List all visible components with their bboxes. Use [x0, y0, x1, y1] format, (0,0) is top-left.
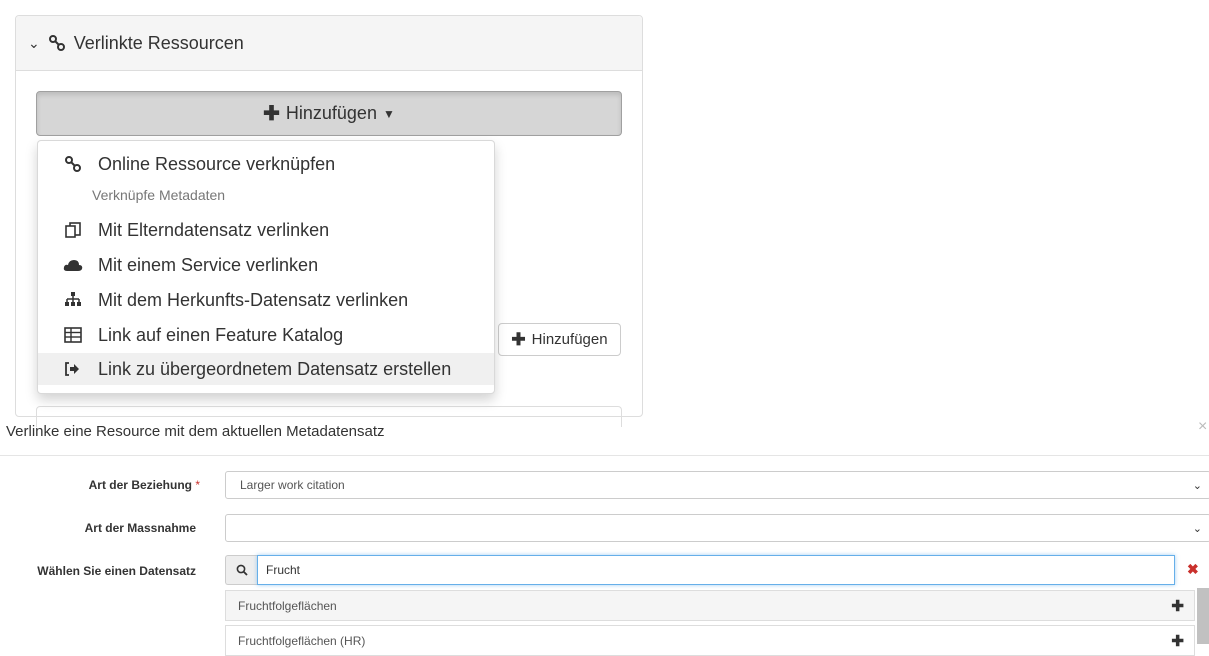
menu-item-service[interactable]: Mit einem Service verlinken: [38, 249, 494, 281]
measure-select[interactable]: ⌄: [225, 514, 1209, 542]
menu-item-label: Mit dem Herkunfts-Datensatz verlinken: [98, 289, 409, 310]
close-icon[interactable]: ×: [1198, 418, 1207, 436]
small-add-button[interactable]: ✚ Hinzufügen: [498, 323, 621, 356]
plus-icon: ✚: [263, 103, 280, 125]
add-dropdown-menu: Online Ressource verknüpfen Verknüpfe Me…: [37, 140, 495, 394]
scrollbar[interactable]: [1197, 588, 1209, 644]
chevron-down-icon: ⌄: [1192, 480, 1202, 492]
link-icon: [48, 34, 66, 52]
measure-label: Art der Massnahme: [84, 521, 196, 535]
chevron-down-icon: ⌄: [1192, 523, 1202, 535]
menu-item-parent-dataset[interactable]: Link zu übergeordnetem Datensatz erstell…: [38, 353, 494, 385]
plus-icon: ✚: [511, 329, 526, 349]
menu-item-source[interactable]: Mit dem Herkunfts-Datensatz verlinken: [38, 284, 494, 316]
plus-icon[interactable]: ✚: [1171, 597, 1184, 615]
panel-header[interactable]: ⌄ Verlinkte Ressourcen: [16, 16, 642, 71]
dataset-search: ✖: [225, 555, 1209, 585]
caret-down-icon: ▼: [382, 106, 395, 121]
menu-item-label: Mit Elterndatensatz verlinken: [98, 219, 330, 240]
small-add-label: Hinzufügen: [531, 331, 608, 348]
clear-icon[interactable]: ✖: [1187, 561, 1199, 578]
required-mark: *: [195, 478, 200, 492]
result-row[interactable]: Fruchtfolgeflächen ✚: [225, 590, 1195, 621]
copy-icon: [62, 221, 84, 239]
divider: [0, 455, 1209, 456]
sign-in-icon: [62, 361, 84, 377]
relation-label-text: Art der Beziehung: [88, 478, 192, 492]
result-label: Fruchtfolgeflächen (HR): [238, 633, 366, 648]
relation-select[interactable]: Larger work citation ⌄: [225, 471, 1209, 499]
search-input[interactable]: [257, 555, 1175, 585]
plus-icon[interactable]: ✚: [1171, 632, 1184, 650]
menu-item-label: Online Ressource verknüpfen: [98, 153, 336, 174]
cloud-icon: [62, 257, 84, 273]
table-icon: [62, 327, 84, 343]
dataset-label: Wählen Sie einen Datensatz: [37, 564, 196, 578]
chevron-down-icon: ⌄: [28, 34, 40, 51]
result-row[interactable]: Fruchtfolgeflächen (HR) ✚: [225, 625, 1195, 656]
relation-value: Larger work citation: [240, 478, 345, 492]
menu-item-label: Mit einem Service verlinken: [98, 254, 319, 275]
menu-item-feature-catalog[interactable]: Link auf einen Feature Katalog: [38, 319, 494, 351]
modal-title: Verlinke eine Resource mit dem aktuellen…: [6, 423, 385, 440]
sitemap-icon: [62, 292, 84, 308]
link-icon: [62, 155, 84, 173]
relation-label: Art der Beziehung *: [60, 478, 200, 492]
menu-item-label: Link zu übergeordnetem Datensatz erstell…: [98, 358, 452, 379]
menu-item-online-resource[interactable]: Online Ressource verknüpfen: [38, 148, 494, 180]
panel-title: Verlinkte Ressourcen: [73, 32, 244, 53]
menu-item-parent[interactable]: Mit Elterndatensatz verlinken: [38, 214, 494, 246]
menu-item-label: Link auf einen Feature Katalog: [98, 324, 344, 345]
add-dropdown-button[interactable]: ✚ Hinzufügen ▼: [36, 91, 622, 136]
search-icon: [225, 555, 257, 585]
result-label: Fruchtfolgeflächen: [238, 598, 337, 613]
menu-section-header: Verknüpfe Metadaten: [92, 187, 226, 203]
add-button-label: Hinzufügen: [285, 103, 377, 123]
